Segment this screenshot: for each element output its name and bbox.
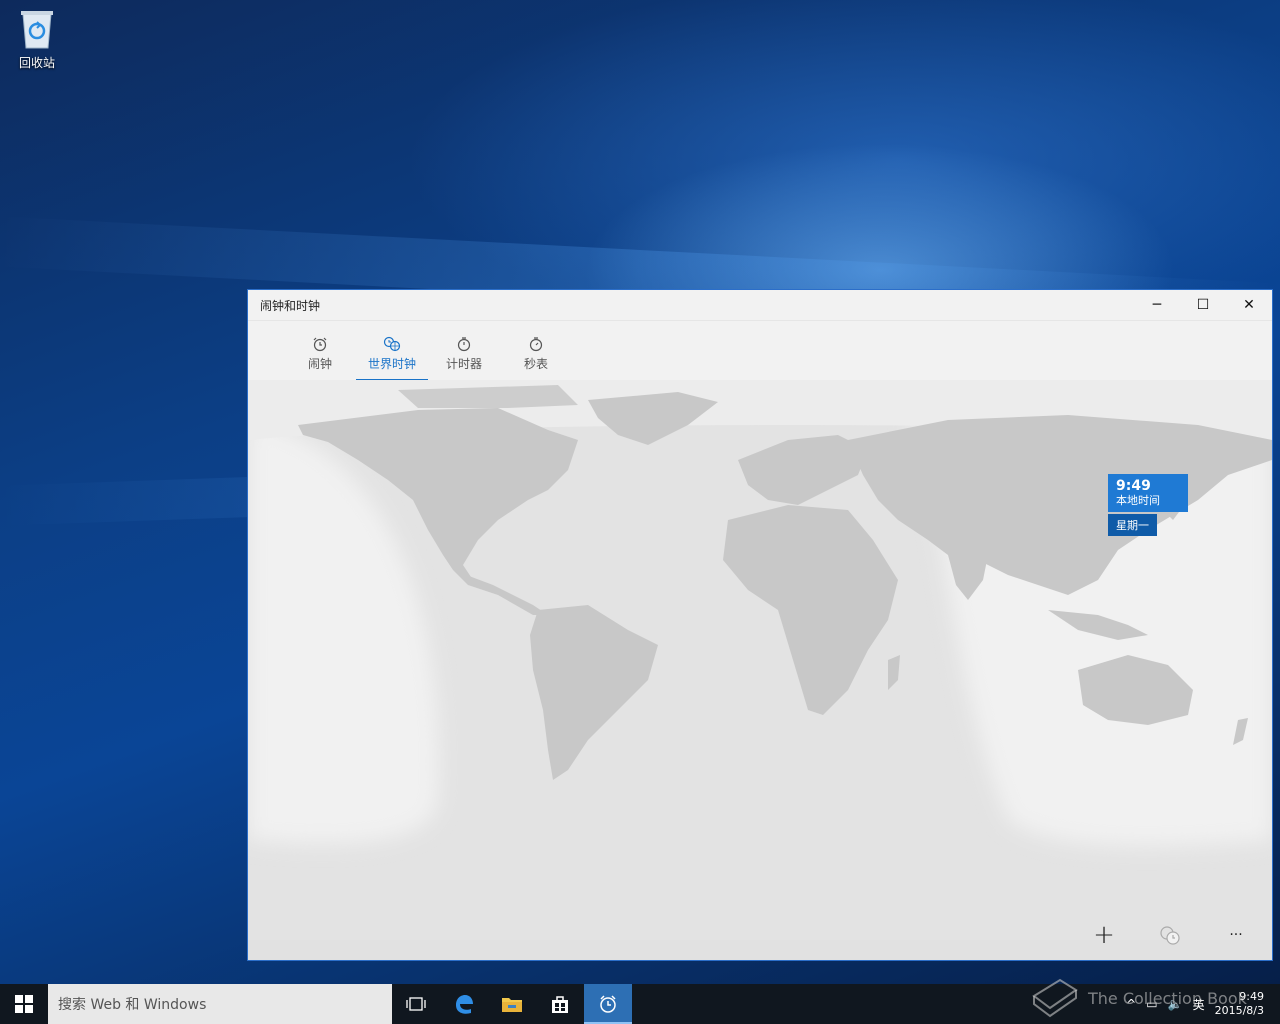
search-placeholder: 搜索 Web 和 Windows — [58, 997, 207, 1013]
folder-icon — [502, 998, 522, 1012]
alarms-clock-taskbar-button[interactable] — [584, 984, 632, 1024]
alarm-clock-icon — [312, 335, 328, 353]
edge-icon — [456, 995, 473, 1014]
local-time-tag[interactable]: 9:49 本地时间 星期一 — [1108, 474, 1188, 536]
watermark-text: The Collection Book — [1088, 988, 1247, 1008]
store-button[interactable] — [536, 984, 584, 1024]
app-bar: + ··· — [1082, 918, 1272, 952]
file-explorer-button[interactable] — [488, 984, 536, 1024]
tab-timer[interactable]: 计时器 — [428, 321, 500, 381]
local-time: 9:49 — [1116, 478, 1151, 494]
more-icon: ··· — [1229, 927, 1243, 943]
tab-bar: 闹钟 世界时钟 计时器 秒表 — [248, 320, 1272, 381]
clock-app-window: 闹钟和时钟 ─ ☐ ✕ 闹钟 世界时钟 计时器 秒表 9:49 本地时间 星期一… — [247, 289, 1273, 961]
start-button[interactable] — [0, 984, 48, 1024]
close-button[interactable]: ✕ — [1226, 290, 1272, 320]
window-title: 闹钟和时钟 — [260, 298, 321, 313]
world-clock-icon — [383, 335, 401, 353]
watermark: The Collection Book — [1030, 976, 1247, 1020]
local-day: 星期一 — [1108, 514, 1157, 536]
book-logo-icon — [1032, 978, 1078, 1018]
world-map-graphic — [248, 380, 1272, 960]
compare-clock-icon — [1160, 926, 1180, 945]
minimize-button[interactable]: ─ — [1134, 290, 1180, 320]
tab-stopwatch[interactable]: 秒表 — [500, 321, 572, 381]
search-box[interactable]: 搜索 Web 和 Windows — [48, 984, 392, 1024]
alarm-clock-app-icon — [600, 995, 616, 1013]
windows-logo-icon — [15, 995, 33, 1013]
tab-world-clock-label: 世界时钟 — [367, 357, 416, 371]
title-bar[interactable]: 闹钟和时钟 ─ ☐ ✕ — [248, 290, 1272, 320]
stopwatch-icon — [528, 335, 544, 353]
tab-alarm-label: 闹钟 — [307, 357, 332, 371]
more-button[interactable]: ··· — [1214, 918, 1258, 952]
edge-browser-button[interactable] — [440, 984, 488, 1024]
local-time-box: 9:49 本地时间 — [1108, 474, 1188, 512]
tab-stopwatch-label: 秒表 — [523, 357, 548, 371]
task-view-icon — [406, 997, 426, 1011]
maximize-button[interactable]: ☐ — [1180, 290, 1226, 320]
tab-timer-label: 计时器 — [445, 357, 482, 371]
compare-button[interactable] — [1148, 918, 1192, 952]
recycle-bin[interactable]: 回收站 — [10, 8, 64, 78]
add-icon: + — [1093, 920, 1115, 950]
timer-icon — [456, 335, 472, 353]
store-icon — [552, 996, 568, 1013]
recycle-bin-icon — [19, 8, 55, 50]
local-time-label: 本地时间 — [1116, 494, 1160, 507]
world-map[interactable]: 9:49 本地时间 星期一 — [248, 380, 1272, 960]
recycle-bin-label: 回收站 — [18, 56, 55, 70]
task-view-button[interactable] — [392, 984, 440, 1024]
add-city-button[interactable]: + — [1082, 918, 1126, 952]
tab-alarm[interactable]: 闹钟 — [284, 321, 356, 381]
tab-world-clock[interactable]: 世界时钟 — [356, 321, 428, 381]
